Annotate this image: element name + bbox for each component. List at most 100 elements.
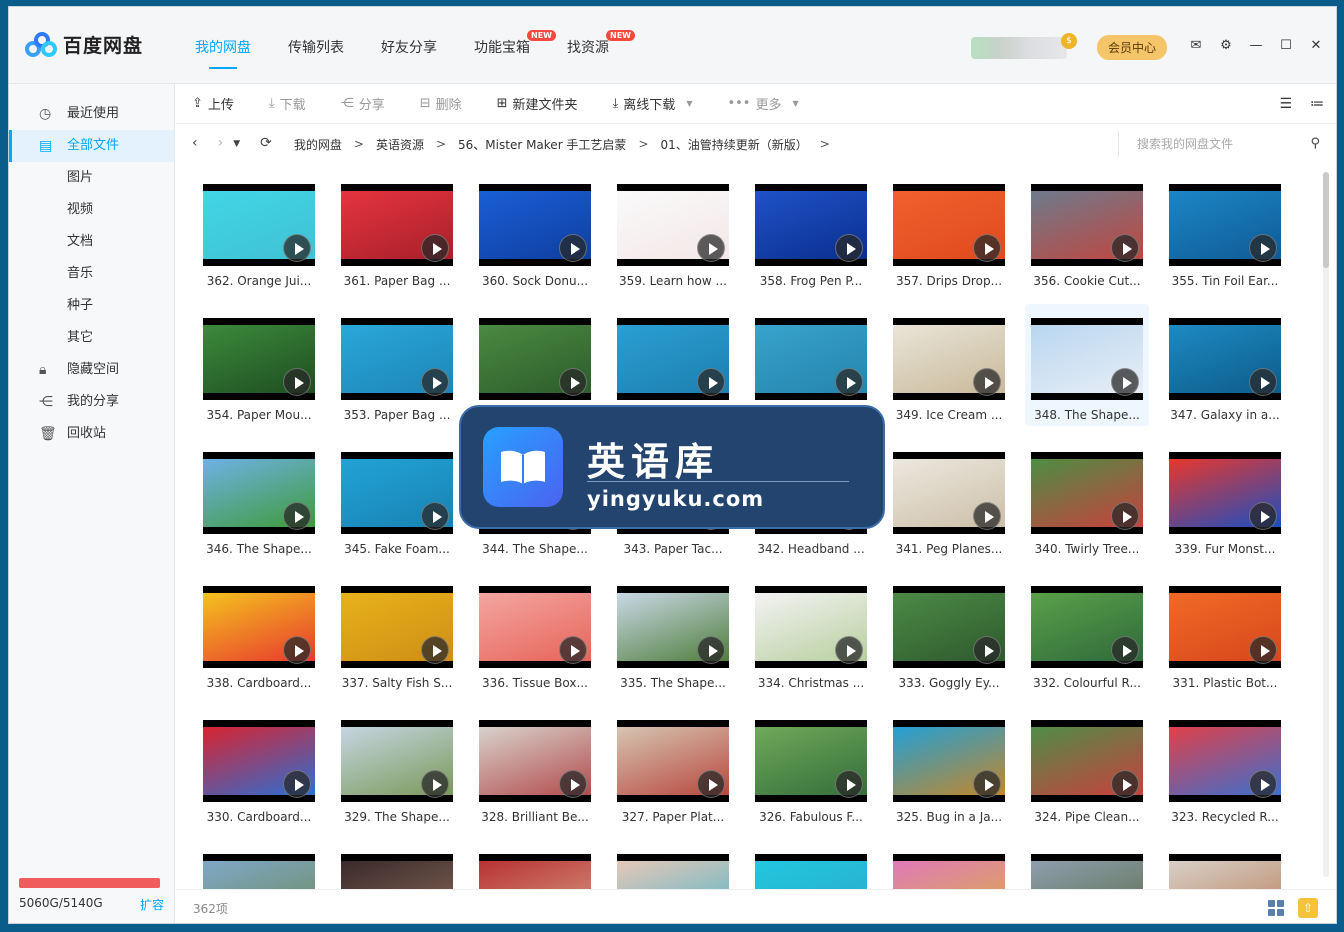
breadcrumb-item[interactable]: 我的网盘	[294, 136, 342, 153]
play-icon[interactable]	[1249, 636, 1277, 664]
vip-center-button[interactable]: 会员中心	[1097, 35, 1168, 60]
sidebar-item-2[interactable]: 图片	[9, 162, 174, 194]
play-icon[interactable]	[283, 636, 311, 664]
file-tile[interactable]	[887, 840, 1011, 889]
play-icon[interactable]	[973, 770, 1001, 798]
search-icon[interactable]: ⚲	[1310, 131, 1320, 157]
nav-tab-4[interactable]: 找资源 NEW	[567, 30, 635, 69]
file-tile[interactable]: 346. The Shape...	[197, 438, 321, 560]
toolbar-button-1[interactable]: ⤓ 下载	[269, 94, 306, 113]
toolbar-button-3[interactable]: ⊟ 删除	[420, 94, 462, 113]
breadcrumb-item[interactable]: 01、油管持续更新（新版）	[661, 136, 808, 153]
play-icon[interactable]	[559, 770, 587, 798]
history-dropdown-icon[interactable]: ▼	[233, 135, 240, 153]
file-tile[interactable]: 355. Tin Foil Ear...	[1163, 170, 1287, 292]
refresh-icon[interactable]: ⟳	[260, 135, 272, 153]
play-icon[interactable]	[835, 770, 863, 798]
file-tile[interactable]: 353. Paper Bag ...	[335, 304, 459, 426]
nav-tab-1[interactable]: 传输列表	[288, 37, 344, 69]
file-tile[interactable]	[1163, 840, 1287, 889]
play-icon[interactable]	[1249, 368, 1277, 396]
file-tile[interactable]: 348. The Shape...	[1025, 304, 1149, 426]
play-icon[interactable]	[283, 770, 311, 798]
close-icon[interactable]: ✕	[1308, 38, 1324, 53]
play-icon[interactable]	[283, 502, 311, 530]
nav-tab-3[interactable]: 功能宝箱 NEW	[474, 30, 556, 69]
play-icon[interactable]	[1111, 234, 1139, 262]
play-icon[interactable]	[1111, 502, 1139, 530]
play-icon[interactable]	[697, 770, 725, 798]
file-tile[interactable]: 339. Fur Monst...	[1163, 438, 1287, 560]
file-tile[interactable]	[197, 840, 321, 889]
file-tile[interactable]: 358. Frog Pen P...	[749, 170, 873, 292]
file-tile[interactable]: 328. Brilliant Be...	[473, 706, 597, 828]
file-tile[interactable]: 337. Salty Fish S...	[335, 572, 459, 694]
minimize-icon[interactable]: —	[1248, 38, 1264, 53]
file-tile[interactable]: 335. The Shape...	[611, 572, 735, 694]
file-tile[interactable]: 333. Goggly Ey...	[887, 572, 1011, 694]
play-icon[interactable]	[835, 368, 863, 396]
user-avatar[interactable]	[971, 36, 1067, 59]
file-tile[interactable]: 325. Bug in a Ja...	[887, 706, 1011, 828]
file-tile[interactable]: 336. Tissue Box...	[473, 572, 597, 694]
play-icon[interactable]	[559, 368, 587, 396]
play-icon[interactable]	[421, 234, 449, 262]
file-tile[interactable]: 326. Fabulous F...	[749, 706, 873, 828]
breadcrumb-item[interactable]: 英语资源	[376, 136, 424, 153]
file-tile[interactable]: 356. Cookie Cut...	[1025, 170, 1149, 292]
file-tile[interactable]: 362. Orange Jui...	[197, 170, 321, 292]
sidebar-item-8[interactable]: 🔒︎ 隐藏空间	[9, 354, 174, 386]
file-tile[interactable]	[1025, 840, 1149, 889]
app-logo[interactable]: 百度网盘	[25, 31, 143, 58]
file-tile[interactable]	[749, 840, 873, 889]
play-icon[interactable]	[421, 368, 449, 396]
play-icon[interactable]	[1249, 502, 1277, 530]
file-tile[interactable]	[611, 840, 735, 889]
file-tile[interactable]: 360. Sock Donu...	[473, 170, 597, 292]
back-icon[interactable]: ‹	[192, 135, 198, 153]
file-tile[interactable]: 359. Learn how ...	[611, 170, 735, 292]
file-tile[interactable]: 354. Paper Mou...	[197, 304, 321, 426]
list-view-icon[interactable]: ≔	[1310, 96, 1324, 112]
nav-tab-0[interactable]: 我的网盘	[195, 37, 251, 69]
play-icon[interactable]	[697, 636, 725, 664]
mail-icon[interactable]: ✉	[1188, 38, 1204, 53]
play-icon[interactable]	[559, 234, 587, 262]
file-tile[interactable]: 324. Pipe Clean...	[1025, 706, 1149, 828]
sidebar-item-10[interactable]: 🗑︎ 回收站	[9, 418, 174, 450]
play-icon[interactable]	[973, 368, 1001, 396]
file-tile[interactable]	[335, 840, 459, 889]
play-icon[interactable]	[421, 636, 449, 664]
sidebar-item-5[interactable]: 音乐	[9, 258, 174, 290]
file-tile[interactable]: 332. Colourful R...	[1025, 572, 1149, 694]
play-icon[interactable]	[697, 368, 725, 396]
toolbar-button-6[interactable]: ••• 更多 ▼	[727, 94, 798, 113]
play-icon[interactable]	[973, 636, 1001, 664]
play-icon[interactable]	[1111, 770, 1139, 798]
file-tile[interactable]: 338. Cardboard...	[197, 572, 321, 694]
breadcrumb-item[interactable]: 56、Mister Maker 手工艺启蒙	[458, 136, 626, 153]
toolbar-button-2[interactable]: ⋲ 分享	[341, 94, 385, 113]
file-tile[interactable]: 347. Galaxy in a...	[1163, 304, 1287, 426]
toolbar-button-0[interactable]: ⇪ 上传	[192, 94, 234, 113]
file-tile[interactable]: 361. Paper Bag ...	[335, 170, 459, 292]
play-icon[interactable]	[697, 234, 725, 262]
file-tile[interactable]: 345. Fake Foam...	[335, 438, 459, 560]
file-tile[interactable]: 341. Peg Planes...	[887, 438, 1011, 560]
search-input[interactable]: 搜索我的网盘文件	[1137, 137, 1233, 151]
sidebar-item-7[interactable]: 其它	[9, 322, 174, 354]
sidebar-item-6[interactable]: 种子	[9, 290, 174, 322]
play-icon[interactable]	[1111, 368, 1139, 396]
sort-icon[interactable]: ☰	[1279, 96, 1292, 112]
play-icon[interactable]	[973, 502, 1001, 530]
sidebar-item-9[interactable]: ⋲ 我的分享	[9, 386, 174, 418]
file-tile[interactable]: 323. Recycled R...	[1163, 706, 1287, 828]
upload-status-icon[interactable]: ⇧	[1298, 898, 1318, 918]
play-icon[interactable]	[421, 770, 449, 798]
sidebar-item-4[interactable]: 文档	[9, 226, 174, 258]
play-icon[interactable]	[1111, 636, 1139, 664]
sidebar-item-3[interactable]: 视频	[9, 194, 174, 226]
search-box[interactable]: 搜索我的网盘文件 ⚲	[1118, 131, 1336, 157]
toolbar-button-4[interactable]: ⊞ 新建文件夹	[497, 94, 578, 113]
maximize-icon[interactable]: ☐	[1278, 38, 1294, 53]
